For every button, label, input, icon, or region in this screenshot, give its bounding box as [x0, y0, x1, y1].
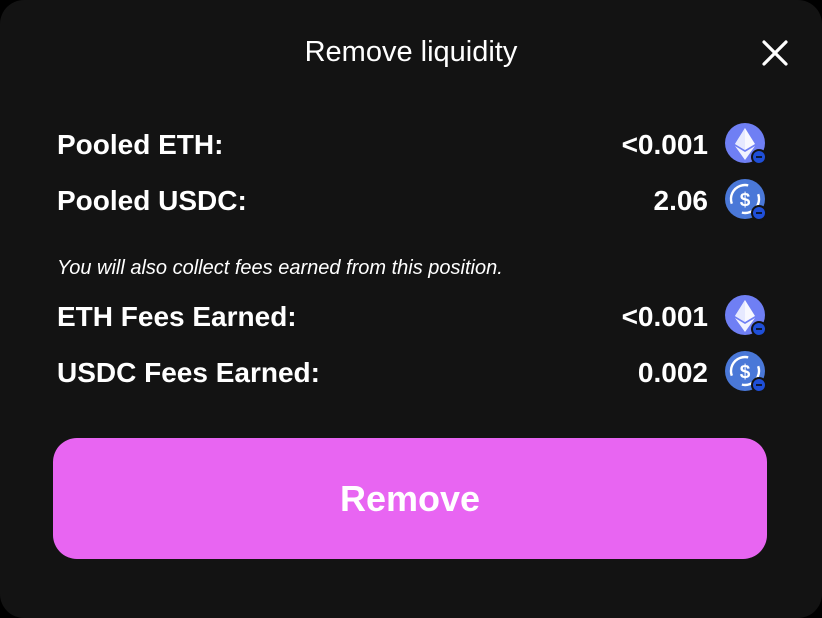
pooled-eth-row: Pooled ETH: <0.001: [57, 123, 769, 167]
usdc-fees-label: USDC Fees Earned:: [57, 357, 320, 388]
remove-button[interactable]: Remove: [53, 438, 767, 559]
pooled-usdc-row: Pooled USDC: 2.06 $: [57, 179, 769, 223]
close-button[interactable]: [756, 34, 794, 72]
remove-button-label: Remove: [339, 477, 481, 519]
eth-fees-value: <0.001: [621, 301, 708, 332]
usdc-fees-value: 0.002: [637, 357, 708, 388]
usdc-icon: $: [725, 351, 767, 393]
pooled-usdc-value: 2.06: [653, 185, 709, 216]
svg-text:$: $: [740, 362, 751, 383]
pooled-usdc-label: Pooled USDC:: [57, 185, 247, 216]
eth-icon: [725, 123, 767, 165]
eth-fees-row: ETH Fees Earned: <0.001: [57, 295, 769, 339]
usdc-icon: $: [725, 179, 767, 221]
modal-title: Remove liquidity: [304, 36, 518, 68]
usdc-fees-row: USDC Fees Earned: 0.002 $: [57, 351, 769, 395]
eth-fees-label: ETH Fees Earned:: [57, 301, 297, 332]
svg-text:$: $: [740, 190, 751, 211]
remove-liquidity-modal: Remove liquidity Pooled ETH: <0.001 Pool…: [0, 0, 822, 618]
pooled-eth-value: <0.001: [621, 129, 708, 160]
pooled-eth-label: Pooled ETH:: [57, 129, 224, 160]
close-icon: [762, 40, 788, 66]
eth-icon: [725, 295, 767, 337]
fees-note: You will also collect fees earned from t…: [57, 257, 503, 279]
